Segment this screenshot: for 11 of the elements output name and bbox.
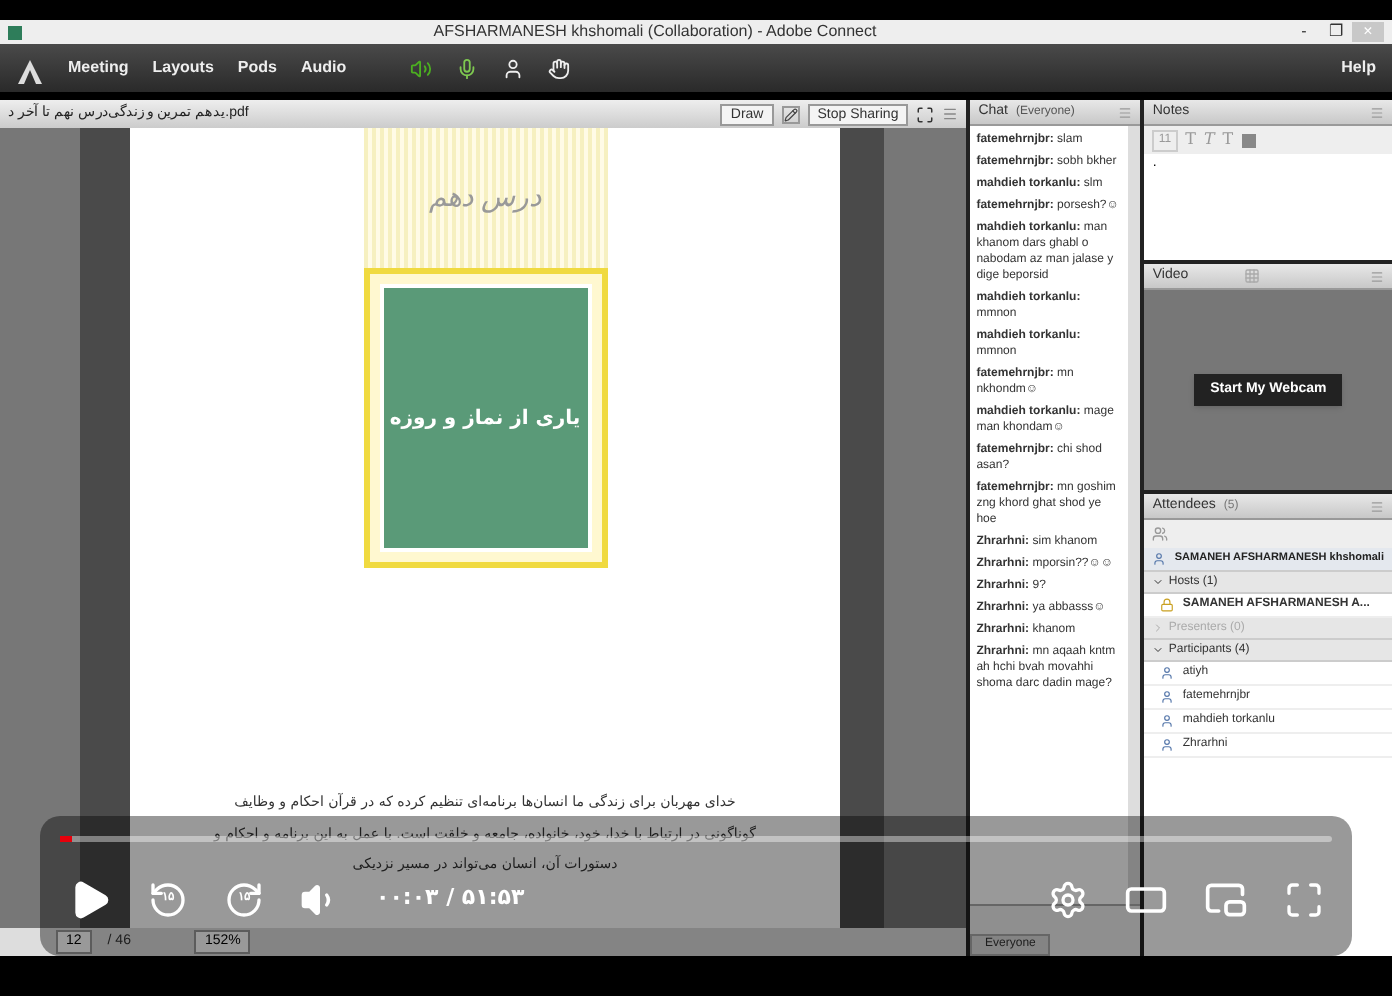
window-title: AFSHARMANESH khshomali (Collaboration) - Adobe Connect	[431, 20, 879, 44]
window-control[interactable]: -	[1288, 22, 1320, 42]
menu-item[interactable]: Layouts	[152, 56, 214, 80]
slide-title: یاری از نماز و روزه	[389, 405, 581, 433]
menu-item[interactable]: Help	[1341, 56, 1376, 80]
menu-item[interactable]: Pods	[237, 56, 277, 80]
time-display: ۰۰:۰۳ / ۵۱:۵۳	[376, 882, 525, 915]
menu-item[interactable]: Meeting	[68, 56, 129, 80]
menu-item[interactable]: Audio	[300, 56, 347, 80]
window-control[interactable]: ❐	[1320, 22, 1352, 42]
slide-heading: درس دهم	[428, 179, 542, 217]
